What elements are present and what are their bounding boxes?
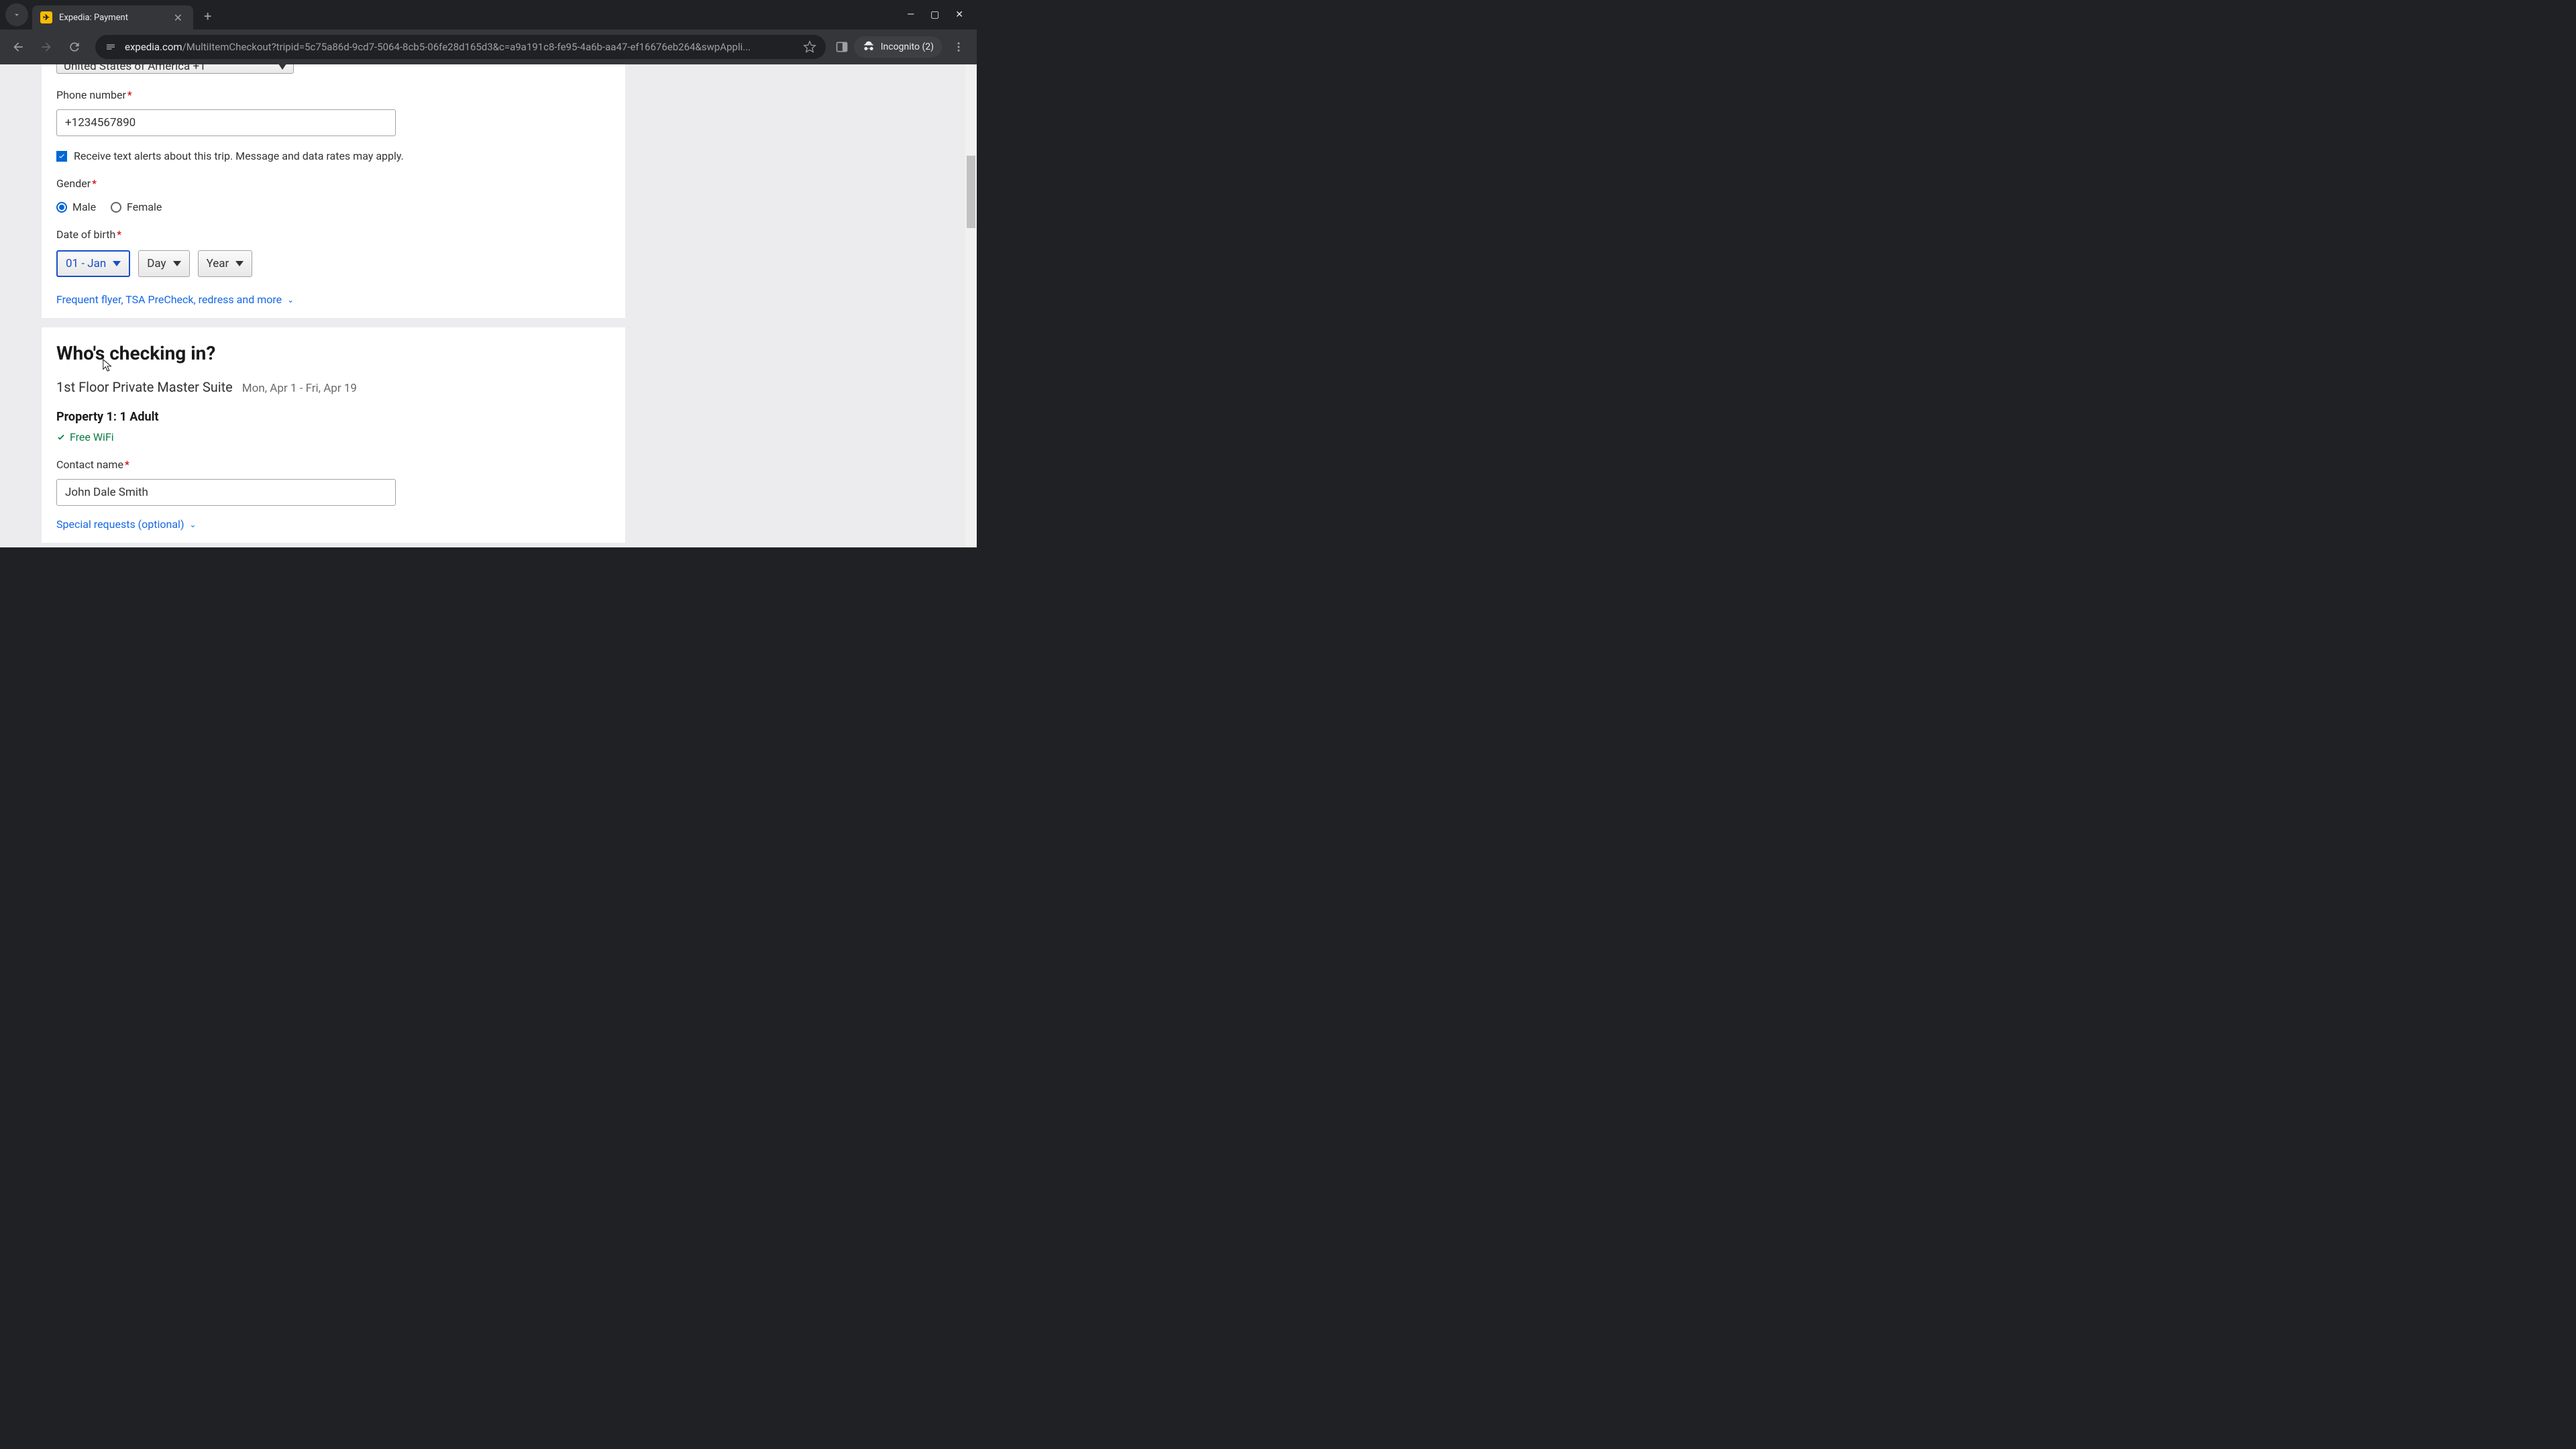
gender-female-option[interactable]: Female [111,201,162,213]
site-settings-icon[interactable] [105,41,117,53]
chevron-down-icon [12,10,21,19]
gender-label: Gender* [56,177,610,190]
amenity-wifi: Free WiFi [56,431,610,443]
room-dates: Mon, Apr 1 - Fri, Apr 19 [242,382,357,395]
contact-name-label: Contact name* [56,458,610,471]
arrow-right-icon [40,40,53,54]
chevron-down-icon [235,261,244,266]
tab-title: Expedia: Payment [59,13,171,23]
maximize-button[interactable]: ▢ [930,9,939,20]
back-button[interactable] [7,36,30,58]
incognito-badge[interactable]: Incognito (2) [854,36,942,58]
forward-button[interactable] [35,36,58,58]
chevron-down-icon [113,261,121,266]
kebab-icon [953,41,965,53]
browser-toolbar: expedia.com/MultiItemCheckout?tripid=5c7… [0,30,977,64]
phone-input[interactable] [56,109,396,136]
bookmark-star-icon[interactable] [803,40,816,54]
dob-year-select[interactable]: Year [198,250,253,277]
browser-menu-button[interactable] [947,36,970,58]
arrow-left-icon [11,40,25,54]
phone-label: Phone number* [56,89,610,101]
dob-day-select[interactable]: Day [138,250,189,277]
incognito-label: Incognito (2) [881,42,934,52]
dob-label: Date of birth* [56,228,610,241]
check-icon [58,152,66,160]
radio-checked-icon [56,202,67,213]
double-chevron-down-icon: ⌄ [190,520,197,529]
reload-icon [68,40,81,54]
text-alerts-label: Receive text alerts about this trip. Mes… [74,150,404,162]
text-alerts-row[interactable]: Receive text alerts about this trip. Mes… [56,150,610,162]
double-chevron-down-icon: ⌄ [287,295,294,305]
radio-unchecked-icon [111,202,121,213]
new-tab-button[interactable]: + [204,8,211,24]
page-scrollbar-thumb[interactable] [967,156,975,228]
address-bar[interactable]: expedia.com/MultiItemCheckout?tripid=5c7… [95,35,826,59]
minimize-button[interactable]: ― [907,9,914,20]
side-panel-icon[interactable] [835,40,849,54]
browser-titlebar: ✈ Expedia: Payment ✕ + ― ▢ ✕ [0,0,977,30]
reload-button[interactable] [63,36,86,58]
url-text: expedia.com/MultiItemCheckout?tripid=5c7… [125,41,795,53]
traveler-form-card: United States of America +1 Phone number… [42,64,625,543]
gender-male-option[interactable]: Male [56,201,96,213]
incognito-icon [862,40,875,54]
special-requests-expand[interactable]: Special requests (optional) ⌄ [56,518,610,531]
section-divider [42,318,625,327]
close-window-button[interactable]: ✕ [955,9,963,20]
chevron-down-icon [278,64,286,70]
gender-radio-group: Male Female [56,201,610,213]
tab-favicon: ✈ [40,11,52,23]
tab-search-button[interactable] [5,3,28,26]
browser-tab[interactable]: ✈ Expedia: Payment ✕ [32,5,193,30]
check-icon [56,433,66,442]
room-summary: 1st Floor Private Master Suite Mon, Apr … [56,379,610,395]
page-scrollbar-track[interactable] [965,64,977,547]
room-name: 1st Floor Private Master Suite [56,379,233,395]
dob-select-group: 01 - Jan Day Year [56,250,610,277]
contact-name-input[interactable] [56,479,396,506]
checkin-heading: Who's checking in? [56,342,610,364]
frequent-flyer-expand[interactable]: Frequent flyer, TSA PreCheck, redress an… [56,293,610,306]
dob-month-select[interactable]: 01 - Jan [56,250,130,277]
tab-close-button[interactable]: ✕ [171,10,185,25]
text-alerts-checkbox[interactable] [56,151,67,162]
chevron-down-icon [173,261,181,266]
window-controls: ― ▢ ✕ [907,9,971,20]
country-code-select[interactable]: United States of America +1 [56,64,294,74]
property-occupancy: Property 1: 1 Adult [56,410,610,424]
country-code-value: United States of America +1 [64,64,206,73]
page-viewport: United States of America +1 Phone number… [0,64,977,547]
